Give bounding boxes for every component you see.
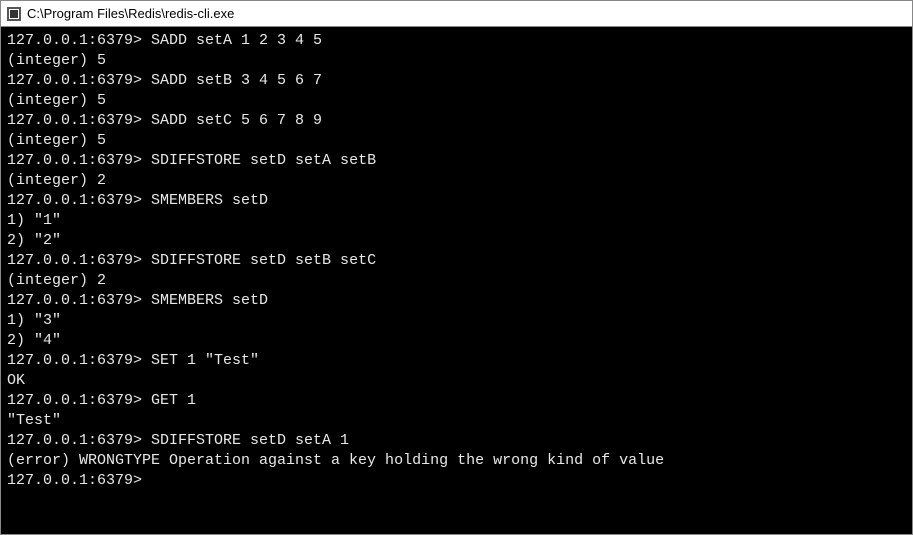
terminal-line: 127.0.0.1:6379> GET 1	[7, 391, 906, 411]
prompt: 127.0.0.1:6379>	[7, 472, 151, 489]
output-line: (integer) 2	[7, 271, 906, 291]
app-icon	[7, 7, 21, 21]
output-line: 2) "2"	[7, 231, 906, 251]
command-text: SADD setC 5 6 7 8 9	[151, 112, 322, 129]
prompt: 127.0.0.1:6379>	[7, 292, 151, 309]
command-text: GET 1	[151, 392, 196, 409]
terminal-line: 127.0.0.1:6379> SET 1 "Test"	[7, 351, 906, 371]
command-text: SDIFFSTORE setD setA setB	[151, 152, 376, 169]
output-line: 1) "3"	[7, 311, 906, 331]
output-line: 1) "1"	[7, 211, 906, 231]
output-line: (integer) 5	[7, 51, 906, 71]
terminal-line: 127.0.0.1:6379> SDIFFSTORE setD setA set…	[7, 151, 906, 171]
terminal-output[interactable]: 127.0.0.1:6379> SADD setA 1 2 3 4 5(inte…	[1, 27, 912, 534]
terminal-line: 127.0.0.1:6379>	[7, 471, 906, 491]
output-line: (integer) 5	[7, 91, 906, 111]
command-text: SMEMBERS setD	[151, 192, 268, 209]
terminal-line: 127.0.0.1:6379> SMEMBERS setD	[7, 291, 906, 311]
output-line: OK	[7, 371, 906, 391]
prompt: 127.0.0.1:6379>	[7, 352, 151, 369]
app-window: C:\Program Files\Redis\redis-cli.exe 127…	[0, 0, 913, 535]
output-line: (integer) 5	[7, 131, 906, 151]
terminal-line: 127.0.0.1:6379> SADD setA 1 2 3 4 5	[7, 31, 906, 51]
command-text: SET 1 "Test"	[151, 352, 259, 369]
prompt: 127.0.0.1:6379>	[7, 32, 151, 49]
window-title: C:\Program Files\Redis\redis-cli.exe	[27, 6, 234, 21]
prompt: 127.0.0.1:6379>	[7, 192, 151, 209]
prompt: 127.0.0.1:6379>	[7, 392, 151, 409]
command-text: SMEMBERS setD	[151, 292, 268, 309]
terminal-line: 127.0.0.1:6379> SADD setB 3 4 5 6 7	[7, 71, 906, 91]
command-text: SADD setA 1 2 3 4 5	[151, 32, 322, 49]
output-line: (error) WRONGTYPE Operation against a ke…	[7, 451, 906, 471]
command-text: SDIFFSTORE setD setA 1	[151, 432, 349, 449]
prompt: 127.0.0.1:6379>	[7, 72, 151, 89]
prompt: 127.0.0.1:6379>	[7, 112, 151, 129]
command-text: SADD setB 3 4 5 6 7	[151, 72, 322, 89]
output-line: "Test"	[7, 411, 906, 431]
prompt: 127.0.0.1:6379>	[7, 152, 151, 169]
terminal-line: 127.0.0.1:6379> SADD setC 5 6 7 8 9	[7, 111, 906, 131]
prompt: 127.0.0.1:6379>	[7, 432, 151, 449]
command-text: SDIFFSTORE setD setB setC	[151, 252, 376, 269]
titlebar[interactable]: C:\Program Files\Redis\redis-cli.exe	[1, 1, 912, 27]
terminal-line: 127.0.0.1:6379> SMEMBERS setD	[7, 191, 906, 211]
output-line: 2) "4"	[7, 331, 906, 351]
terminal-line: 127.0.0.1:6379> SDIFFSTORE setD setB set…	[7, 251, 906, 271]
output-line: (integer) 2	[7, 171, 906, 191]
prompt: 127.0.0.1:6379>	[7, 252, 151, 269]
terminal-line: 127.0.0.1:6379> SDIFFSTORE setD setA 1	[7, 431, 906, 451]
